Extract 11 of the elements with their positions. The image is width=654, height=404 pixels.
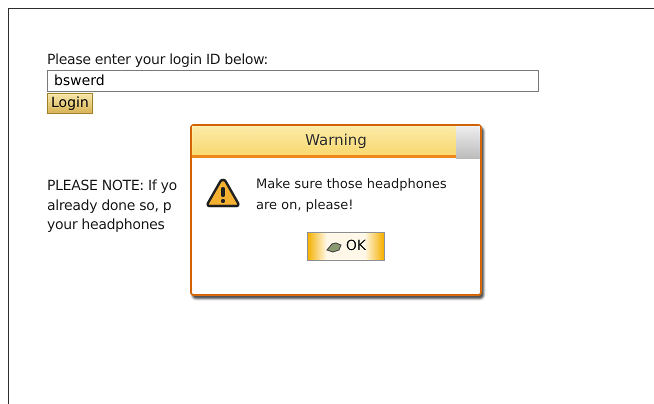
note-text: already done so, p <box>47 196 172 216</box>
login-prompt: Please enter your login ID below: <box>47 51 269 70</box>
ok-button[interactable]: OK <box>307 232 385 261</box>
title-bar-corner <box>456 126 480 159</box>
note-text: PLEASE NOTE: If yo <box>47 177 177 196</box>
dialog-message: Make sure those headphones are on, please! <box>256 176 448 215</box>
login-id-field[interactable]: bswerd <box>47 70 539 92</box>
dialog-title: Warning <box>305 130 367 152</box>
note-text: your headphones <box>47 216 164 235</box>
login-button[interactable]: Login <box>47 93 93 114</box>
warning-icon <box>206 178 240 208</box>
